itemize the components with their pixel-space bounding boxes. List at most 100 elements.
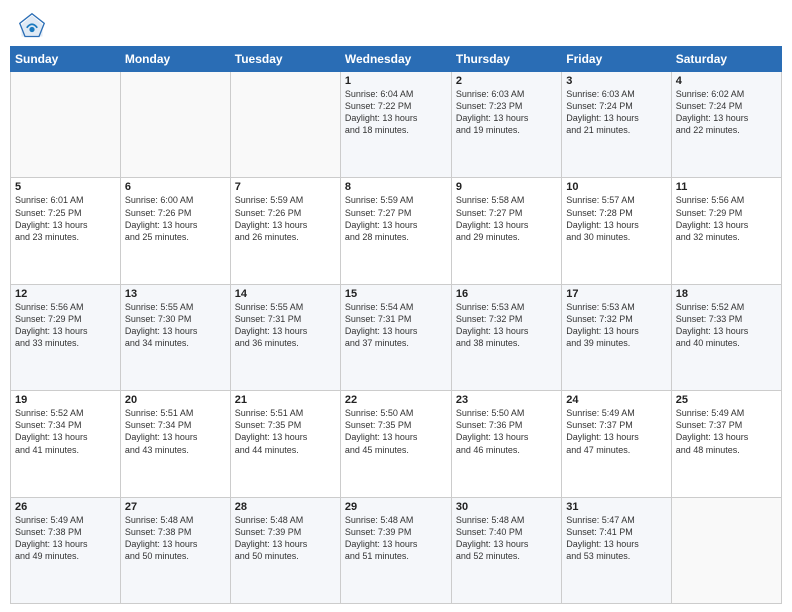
day-number: 24 <box>566 394 666 406</box>
day-number: 29 <box>345 501 447 513</box>
day-info: Sunrise: 5:52 AM Sunset: 7:34 PM Dayligh… <box>15 407 116 456</box>
day-info: Sunrise: 5:52 AM Sunset: 7:33 PM Dayligh… <box>676 301 777 350</box>
calendar-cell: 4Sunrise: 6:02 AM Sunset: 7:24 PM Daylig… <box>671 72 781 178</box>
logo-icon <box>18 12 46 40</box>
calendar-cell: 2Sunrise: 6:03 AM Sunset: 7:23 PM Daylig… <box>451 72 561 178</box>
day-number: 26 <box>15 501 116 513</box>
day-number: 6 <box>125 181 226 193</box>
day-number: 7 <box>235 181 336 193</box>
calendar-week-row: 19Sunrise: 5:52 AM Sunset: 7:34 PM Dayli… <box>11 391 782 497</box>
calendar-cell: 29Sunrise: 5:48 AM Sunset: 7:39 PM Dayli… <box>340 497 451 603</box>
calendar-week-row: 1Sunrise: 6:04 AM Sunset: 7:22 PM Daylig… <box>11 72 782 178</box>
calendar-cell <box>671 497 781 603</box>
day-info: Sunrise: 5:58 AM Sunset: 7:27 PM Dayligh… <box>456 194 557 243</box>
calendar-cell: 19Sunrise: 5:52 AM Sunset: 7:34 PM Dayli… <box>11 391 121 497</box>
day-info: Sunrise: 5:48 AM Sunset: 7:38 PM Dayligh… <box>125 514 226 563</box>
day-number: 8 <box>345 181 447 193</box>
day-number: 15 <box>345 288 447 300</box>
calendar-cell: 1Sunrise: 6:04 AM Sunset: 7:22 PM Daylig… <box>340 72 451 178</box>
day-info: Sunrise: 5:54 AM Sunset: 7:31 PM Dayligh… <box>345 301 447 350</box>
day-info: Sunrise: 5:51 AM Sunset: 7:34 PM Dayligh… <box>125 407 226 456</box>
day-info: Sunrise: 5:48 AM Sunset: 7:39 PM Dayligh… <box>235 514 336 563</box>
day-info: Sunrise: 5:57 AM Sunset: 7:28 PM Dayligh… <box>566 194 666 243</box>
calendar-cell: 11Sunrise: 5:56 AM Sunset: 7:29 PM Dayli… <box>671 178 781 284</box>
calendar-cell: 5Sunrise: 6:01 AM Sunset: 7:25 PM Daylig… <box>11 178 121 284</box>
day-info: Sunrise: 5:59 AM Sunset: 7:27 PM Dayligh… <box>345 194 447 243</box>
calendar-cell: 17Sunrise: 5:53 AM Sunset: 7:32 PM Dayli… <box>562 284 671 390</box>
calendar-cell: 23Sunrise: 5:50 AM Sunset: 7:36 PM Dayli… <box>451 391 561 497</box>
day-info: Sunrise: 5:53 AM Sunset: 7:32 PM Dayligh… <box>566 301 666 350</box>
day-number: 21 <box>235 394 336 406</box>
day-info: Sunrise: 6:00 AM Sunset: 7:26 PM Dayligh… <box>125 194 226 243</box>
calendar-cell: 31Sunrise: 5:47 AM Sunset: 7:41 PM Dayli… <box>562 497 671 603</box>
day-number: 1 <box>345 75 447 87</box>
day-number: 4 <box>676 75 777 87</box>
day-number: 31 <box>566 501 666 513</box>
day-info: Sunrise: 5:49 AM Sunset: 7:37 PM Dayligh… <box>676 407 777 456</box>
calendar-header: SundayMondayTuesdayWednesdayThursdayFrid… <box>11 47 782 72</box>
calendar-cell: 26Sunrise: 5:49 AM Sunset: 7:38 PM Dayli… <box>11 497 121 603</box>
weekday-header: Tuesday <box>230 47 340 72</box>
day-number: 3 <box>566 75 666 87</box>
day-number: 9 <box>456 181 557 193</box>
day-info: Sunrise: 6:03 AM Sunset: 7:23 PM Dayligh… <box>456 88 557 137</box>
day-number: 18 <box>676 288 777 300</box>
page: SundayMondayTuesdayWednesdayThursdayFrid… <box>0 0 792 612</box>
day-info: Sunrise: 5:49 AM Sunset: 7:38 PM Dayligh… <box>15 514 116 563</box>
weekday-header: Friday <box>562 47 671 72</box>
calendar-cell: 27Sunrise: 5:48 AM Sunset: 7:38 PM Dayli… <box>120 497 230 603</box>
day-number: 20 <box>125 394 226 406</box>
calendar-cell: 10Sunrise: 5:57 AM Sunset: 7:28 PM Dayli… <box>562 178 671 284</box>
weekday-header: Saturday <box>671 47 781 72</box>
day-info: Sunrise: 6:03 AM Sunset: 7:24 PM Dayligh… <box>566 88 666 137</box>
weekday-header: Monday <box>120 47 230 72</box>
day-number: 19 <box>15 394 116 406</box>
calendar-cell: 16Sunrise: 5:53 AM Sunset: 7:32 PM Dayli… <box>451 284 561 390</box>
calendar-week-row: 5Sunrise: 6:01 AM Sunset: 7:25 PM Daylig… <box>11 178 782 284</box>
day-info: Sunrise: 5:48 AM Sunset: 7:40 PM Dayligh… <box>456 514 557 563</box>
day-info: Sunrise: 5:47 AM Sunset: 7:41 PM Dayligh… <box>566 514 666 563</box>
calendar-cell <box>230 72 340 178</box>
calendar-cell: 15Sunrise: 5:54 AM Sunset: 7:31 PM Dayli… <box>340 284 451 390</box>
day-number: 22 <box>345 394 447 406</box>
day-number: 14 <box>235 288 336 300</box>
calendar-table: SundayMondayTuesdayWednesdayThursdayFrid… <box>10 46 782 604</box>
day-info: Sunrise: 6:04 AM Sunset: 7:22 PM Dayligh… <box>345 88 447 137</box>
header <box>0 0 792 46</box>
day-number: 12 <box>15 288 116 300</box>
weekday-header: Sunday <box>11 47 121 72</box>
calendar-cell: 30Sunrise: 5:48 AM Sunset: 7:40 PM Dayli… <box>451 497 561 603</box>
day-info: Sunrise: 5:50 AM Sunset: 7:36 PM Dayligh… <box>456 407 557 456</box>
day-info: Sunrise: 5:49 AM Sunset: 7:37 PM Dayligh… <box>566 407 666 456</box>
day-number: 23 <box>456 394 557 406</box>
day-number: 5 <box>15 181 116 193</box>
calendar-cell: 12Sunrise: 5:56 AM Sunset: 7:29 PM Dayli… <box>11 284 121 390</box>
weekday-header: Wednesday <box>340 47 451 72</box>
day-info: Sunrise: 5:51 AM Sunset: 7:35 PM Dayligh… <box>235 407 336 456</box>
day-info: Sunrise: 5:55 AM Sunset: 7:31 PM Dayligh… <box>235 301 336 350</box>
day-info: Sunrise: 5:53 AM Sunset: 7:32 PM Dayligh… <box>456 301 557 350</box>
day-number: 27 <box>125 501 226 513</box>
calendar-cell <box>11 72 121 178</box>
day-info: Sunrise: 5:48 AM Sunset: 7:39 PM Dayligh… <box>345 514 447 563</box>
calendar-cell: 14Sunrise: 5:55 AM Sunset: 7:31 PM Dayli… <box>230 284 340 390</box>
calendar-cell <box>120 72 230 178</box>
calendar-cell: 25Sunrise: 5:49 AM Sunset: 7:37 PM Dayli… <box>671 391 781 497</box>
calendar-cell: 22Sunrise: 5:50 AM Sunset: 7:35 PM Dayli… <box>340 391 451 497</box>
day-number: 16 <box>456 288 557 300</box>
calendar-cell: 8Sunrise: 5:59 AM Sunset: 7:27 PM Daylig… <box>340 178 451 284</box>
calendar-cell: 7Sunrise: 5:59 AM Sunset: 7:26 PM Daylig… <box>230 178 340 284</box>
calendar-cell: 28Sunrise: 5:48 AM Sunset: 7:39 PM Dayli… <box>230 497 340 603</box>
calendar: SundayMondayTuesdayWednesdayThursdayFrid… <box>0 46 792 612</box>
calendar-body: 1Sunrise: 6:04 AM Sunset: 7:22 PM Daylig… <box>11 72 782 604</box>
day-number: 28 <box>235 501 336 513</box>
day-number: 10 <box>566 181 666 193</box>
calendar-week-row: 26Sunrise: 5:49 AM Sunset: 7:38 PM Dayli… <box>11 497 782 603</box>
weekday-row: SundayMondayTuesdayWednesdayThursdayFrid… <box>11 47 782 72</box>
calendar-cell: 13Sunrise: 5:55 AM Sunset: 7:30 PM Dayli… <box>120 284 230 390</box>
day-info: Sunrise: 6:02 AM Sunset: 7:24 PM Dayligh… <box>676 88 777 137</box>
day-number: 30 <box>456 501 557 513</box>
day-number: 11 <box>676 181 777 193</box>
calendar-cell: 21Sunrise: 5:51 AM Sunset: 7:35 PM Dayli… <box>230 391 340 497</box>
day-info: Sunrise: 5:59 AM Sunset: 7:26 PM Dayligh… <box>235 194 336 243</box>
